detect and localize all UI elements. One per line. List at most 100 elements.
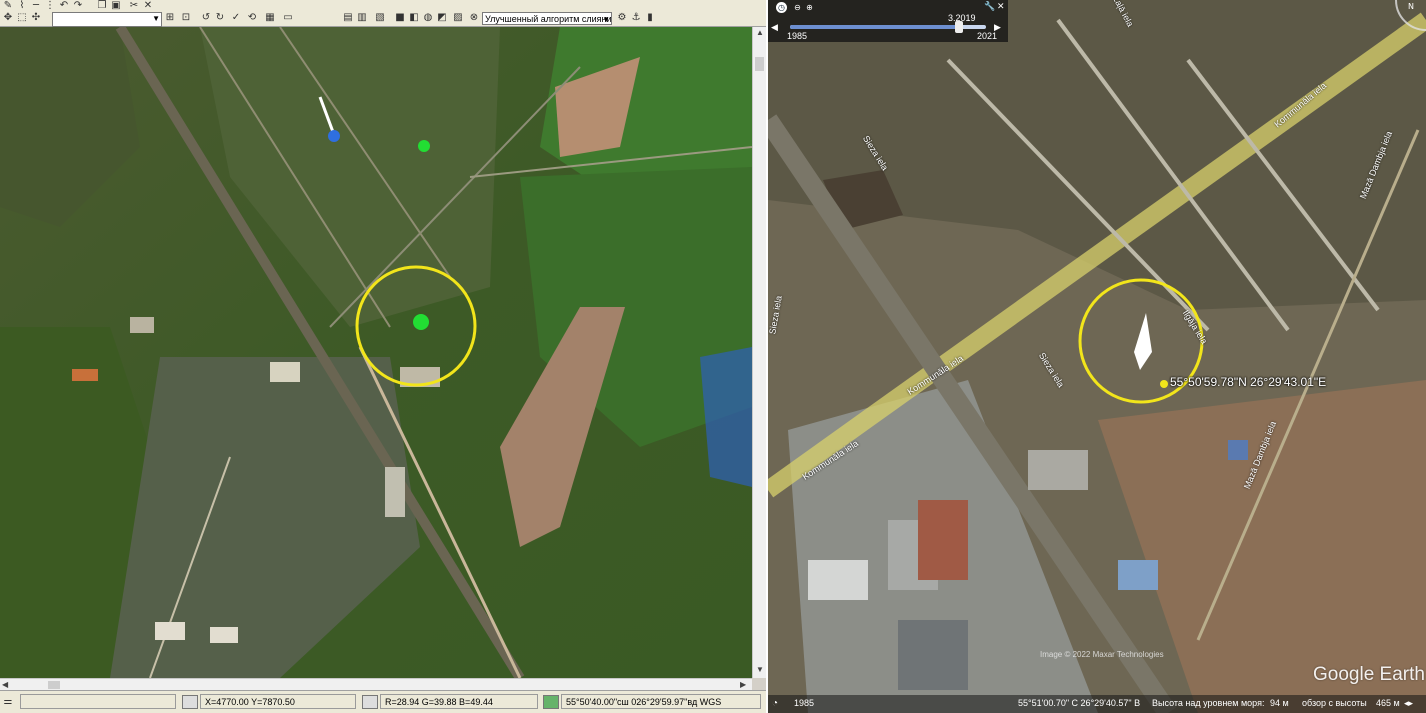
select-icon[interactable]: ⬚ (16, 12, 28, 24)
polyline-icon[interactable]: ⌇ (16, 0, 28, 12)
building (72, 369, 98, 381)
anchor-icon[interactable]: ⚓ (630, 12, 642, 24)
band-icon[interactable]: ▨ (452, 12, 464, 24)
building (270, 362, 300, 382)
scroll-right-icon[interactable]: ▶ (740, 680, 746, 689)
raster-viewer-pane: ✎ ⌇ ─ ⋮ ↶ ↷ ❐ ▣ ✂ ✕ ✥ ⬚ ✣ ▼ ⊞ ⊡ ↺ ↻ ✓ ⟲ … (0, 0, 766, 713)
placemark-coordinates: 55°50'59.78"N 26°29'43.01"E (1170, 375, 1327, 389)
status-blank-field (20, 694, 176, 709)
timeline-slider[interactable] (790, 21, 986, 33)
copy-icon[interactable]: ❐ (96, 0, 108, 12)
ruler-icon: ⚌ (3, 696, 13, 707)
scroll-thumb[interactable] (48, 681, 60, 689)
building (898, 620, 968, 690)
chevron-down-icon[interactable]: ▼ (602, 13, 610, 24)
layers-icon[interactable]: ▥ (356, 12, 368, 24)
vertex-icon[interactable]: ⋮ (44, 0, 56, 12)
redo-icon[interactable]: ↷ (72, 0, 84, 12)
vertical-scrollbar[interactable]: ▲ ▼ (752, 27, 766, 678)
building (1228, 440, 1248, 460)
move-icon[interactable]: ✣ (30, 12, 42, 24)
status-rgb: R=28.94 G=39.88 B=49.44 (380, 694, 538, 709)
timeline-prev-icon[interactable]: ◀ (771, 22, 778, 33)
frame-icon[interactable]: ▭ (282, 12, 294, 24)
building (130, 317, 154, 333)
edit-icon[interactable]: ✎ (2, 0, 14, 12)
paste-icon[interactable]: ▣ (110, 0, 122, 12)
cursor-icon (182, 695, 198, 709)
square-icon[interactable]: ■ (394, 12, 406, 24)
rotate-right-icon[interactable]: ↻ (214, 12, 226, 24)
satellite-image-left[interactable] (0, 27, 752, 678)
pan-icon[interactable]: ✥ (2, 12, 14, 24)
zoom-out-icon[interactable]: ⊖ (792, 2, 803, 13)
google-earth-status-bar: ◔ 1985 55°51'00.70" С 26°29'40.57" В Выс… (768, 695, 1426, 713)
scroll-down-icon[interactable]: ▼ (756, 665, 764, 674)
building (155, 622, 185, 640)
clock-icon[interactable]: ◷ (776, 2, 787, 13)
placemark-pin[interactable] (1160, 380, 1168, 388)
compass-icon[interactable]: N (1384, 0, 1426, 42)
fusion-algorithm-value: Улучшенный алгоритм слияни (485, 14, 612, 24)
settings-icon[interactable]: ⚙ (616, 12, 628, 24)
status-expand-icon[interactable]: ◂▸ (1404, 698, 1413, 709)
blue-marker (328, 130, 340, 142)
chevron-down-icon[interactable]: ▼ (152, 14, 160, 23)
building (1028, 450, 1088, 490)
history-icon[interactable]: ◔ (772, 698, 778, 709)
google-earth-pane: 55°50'59.78"N 26°29'43.01"E Zaļā iela Ko… (768, 0, 1426, 713)
back-icon[interactable]: ⟲ (246, 12, 258, 24)
close-icon[interactable]: ✕ (997, 1, 1005, 12)
globe-icon[interactable]: ◍ (422, 12, 434, 24)
zoom-extent-icon[interactable]: ⊞ (164, 12, 176, 24)
google-earth-logo: Google Earth (1313, 664, 1425, 685)
building (210, 627, 238, 643)
cut-icon[interactable]: ✂ (128, 0, 140, 12)
timeline-start-year: 1985 (787, 31, 808, 41)
status-geo-coords: 55°50'40.00"сш 026°29'59.97"вд WGS (561, 694, 761, 709)
rotate-left-icon[interactable]: ↺ (200, 12, 212, 24)
timeline-knob[interactable] (954, 21, 963, 33)
image-icon[interactable]: ◩ (436, 12, 448, 24)
satellite-image-right[interactable] (768, 0, 1426, 713)
status-altitude-value: 94 м (1270, 698, 1289, 708)
status-altitude-label: Высота над уровнем моря: (1152, 698, 1265, 708)
status-cursor-coords: 55°51'00.70" С 26°29'40.57" В (1018, 698, 1141, 708)
grid-icon[interactable]: ▦ (264, 12, 276, 24)
delete-icon[interactable]: ✕ (142, 0, 154, 12)
zoom-in-icon[interactable]: ⊕ (804, 2, 815, 13)
chart-icon[interactable]: ▧ (374, 12, 386, 24)
imagery-copyright: Image © 2022 Maxar Technologies (1040, 650, 1164, 659)
fit-icon[interactable]: ⊡ (180, 12, 192, 24)
rgb-icon (362, 695, 378, 709)
status-eye-value: 465 м (1376, 698, 1400, 708)
pansharpen-icon[interactable]: ⊗ (468, 12, 480, 24)
wrench-icon[interactable]: 🔧 (984, 1, 995, 12)
check-icon[interactable]: ✓ (230, 12, 242, 24)
palette-icon[interactable]: ◧ (408, 12, 420, 24)
fusion-algorithm-select[interactable]: Улучшенный алгоритм слияни ▼ (482, 12, 612, 25)
timeline-fill (790, 25, 959, 29)
compass-north-label: N (1408, 2, 1414, 11)
table-icon[interactable]: ▤ (342, 12, 354, 24)
green-marker (413, 314, 429, 330)
status-year: 1985 (794, 698, 815, 708)
scroll-left-icon[interactable]: ◀ (2, 680, 8, 689)
undo-icon[interactable]: ↶ (58, 0, 70, 12)
scroll-thumb[interactable] (755, 57, 764, 71)
layer-select[interactable]: ▼ (52, 12, 162, 27)
green-marker (418, 140, 430, 152)
building (918, 500, 968, 580)
historical-imagery-panel: ◷ ⊖ ⊕ 3.2019 ◀ ▶ 1985 2021 🔧 ✕ (768, 0, 1008, 42)
map-icon (543, 695, 559, 709)
line-icon[interactable]: ─ (30, 0, 42, 12)
timeline-end-year: 2021 (977, 31, 998, 41)
scroll-up-icon[interactable]: ▲ (756, 28, 764, 37)
bar-chart-icon[interactable]: ▮ (644, 12, 656, 24)
building (808, 560, 868, 600)
building (385, 467, 405, 517)
status-bar: ⚌ X=4770.00 Y=7870.50 R=28.94 G=39.88 B=… (0, 690, 766, 713)
toolbar: ✎ ⌇ ─ ⋮ ↶ ↷ ❐ ▣ ✂ ✕ ✥ ⬚ ✣ ▼ ⊞ ⊡ ↺ ↻ ✓ ⟲ … (0, 0, 766, 27)
status-xy: X=4770.00 Y=7870.50 (200, 694, 356, 709)
status-eye-label: обзор с высоты (1302, 698, 1367, 708)
